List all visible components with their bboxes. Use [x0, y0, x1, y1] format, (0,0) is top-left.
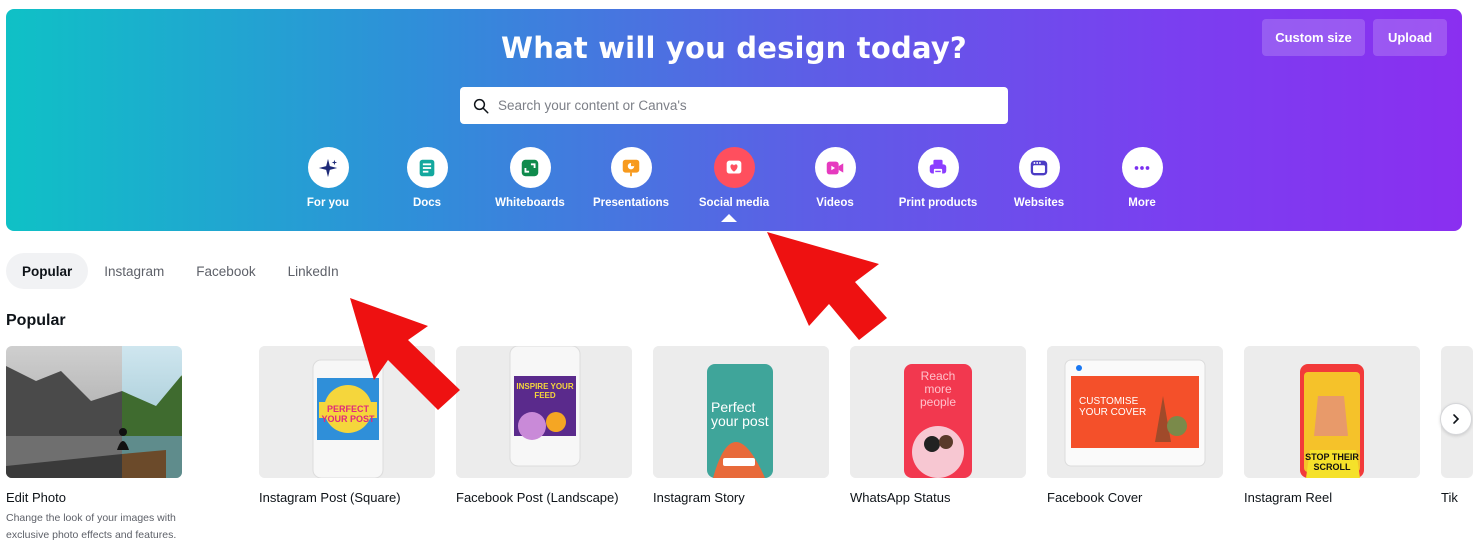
- template-card-whatsapp-status[interactable]: Reach more people WhatsApp Status: [850, 346, 1026, 505]
- template-tabs: Popular Instagram Facebook LinkedIn: [6, 253, 355, 289]
- whiteboard-icon: [521, 159, 539, 176]
- card-thumbnail: STOP THEIR SCROLL: [1244, 346, 1420, 478]
- category-presentations[interactable]: Presentations: [581, 147, 681, 209]
- category-more[interactable]: More: [1092, 147, 1192, 209]
- printer-icon: [929, 159, 947, 175]
- template-card-facebook-cover[interactable]: CUSTOMISE YOUR COVER Facebook Cover: [1047, 346, 1223, 505]
- thumbnail-text: Reach more people: [919, 369, 957, 409]
- tab-popular[interactable]: Popular: [6, 253, 89, 289]
- category-label: Whiteboards: [495, 197, 565, 209]
- tab-linkedin[interactable]: LinkedIn: [272, 253, 355, 289]
- card-description: Change the look of your images with excl…: [6, 512, 177, 540]
- category-label: For you: [306, 197, 350, 209]
- thumbnail-text: STOP THEIR SCROLL: [1305, 452, 1359, 472]
- card-title: Instagram Reel: [1244, 490, 1333, 505]
- card-title: Facebook Post (Landscape): [456, 490, 619, 505]
- more-icon: [1134, 165, 1150, 170]
- card-thumbnail: INSPIRE YOUR FEED: [456, 346, 632, 478]
- carousel-next-button[interactable]: [1440, 403, 1472, 435]
- heart-icon: [726, 160, 742, 173]
- category-docs[interactable]: Docs: [377, 147, 477, 209]
- phone-mockup-image: [850, 346, 1026, 478]
- category-for-you[interactable]: For you: [278, 147, 378, 209]
- search-input[interactable]: [498, 98, 978, 113]
- hero-banner: What will you design today? Custom size …: [6, 9, 1462, 231]
- category-label: More: [1128, 197, 1156, 209]
- active-category-caret: [721, 214, 737, 222]
- category-label: Websites: [1013, 197, 1065, 209]
- chevron-right-icon: [1453, 414, 1460, 424]
- category-videos[interactable]: Videos: [785, 147, 885, 209]
- category-print-products[interactable]: Print products: [888, 147, 988, 209]
- tab-facebook[interactable]: Facebook: [180, 253, 271, 289]
- card-title: Instagram Story: [653, 490, 745, 505]
- red-arrow-icon: [350, 298, 460, 410]
- search-icon: [473, 98, 489, 113]
- category-websites[interactable]: Websites: [989, 147, 1089, 209]
- thumbnail-text: Perfect your post: [711, 399, 769, 429]
- template-card-facebook-post[interactable]: INSPIRE YOUR FEED Facebook Post (Landsca…: [456, 346, 632, 505]
- template-card-edit-photo[interactable]: Edit Photo Change the look of your image…: [6, 346, 182, 540]
- upload-button[interactable]: Upload: [1373, 19, 1447, 56]
- custom-size-button[interactable]: Custom size: [1262, 19, 1365, 56]
- card-thumbnail: [6, 346, 182, 478]
- category-label: Social media: [698, 197, 770, 209]
- thumbnail-text: CUSTOMISE YOUR COVER: [1079, 396, 1147, 418]
- card-title: WhatsApp Status: [850, 490, 951, 505]
- card-thumbnail: CUSTOMISE YOUR COVER: [1047, 346, 1223, 478]
- category-social-media[interactable]: Social media: [684, 147, 784, 209]
- phone-mockup-image: [456, 346, 632, 478]
- category-label: Print products: [898, 197, 978, 209]
- presentation-icon: [622, 159, 640, 176]
- hero-title: What will you design today?: [501, 31, 967, 65]
- sparkle-icon: [318, 158, 338, 177]
- card-thumbnail: Reach more people: [850, 346, 1026, 478]
- template-card-instagram-reel[interactable]: STOP THEIR SCROLL Instagram Reel: [1244, 346, 1420, 505]
- red-arrow-icon: [767, 232, 887, 340]
- video-icon: [826, 161, 844, 174]
- category-label: Docs: [412, 197, 442, 209]
- search-bar[interactable]: [460, 87, 1008, 124]
- thumbnail-text: INSPIRE YOUR FEED: [516, 382, 574, 400]
- doc-icon: [419, 159, 435, 176]
- card-thumbnail: Perfect your post: [653, 346, 829, 478]
- tab-instagram[interactable]: Instagram: [88, 253, 180, 289]
- lake-photo-image: [6, 346, 182, 478]
- card-title: Instagram Post (Square): [259, 490, 401, 505]
- website-icon: [1030, 160, 1048, 175]
- card-title: Tik: [1441, 490, 1458, 505]
- category-label: Presentations: [592, 197, 670, 209]
- category-whiteboards[interactable]: Whiteboards: [480, 147, 580, 209]
- category-label: Videos: [816, 197, 854, 209]
- card-title: Edit Photo: [6, 490, 66, 505]
- card-title: Facebook Cover: [1047, 490, 1143, 505]
- template-card-instagram-story[interactable]: Perfect your post Instagram Story: [653, 346, 829, 505]
- section-title: Popular: [6, 312, 66, 329]
